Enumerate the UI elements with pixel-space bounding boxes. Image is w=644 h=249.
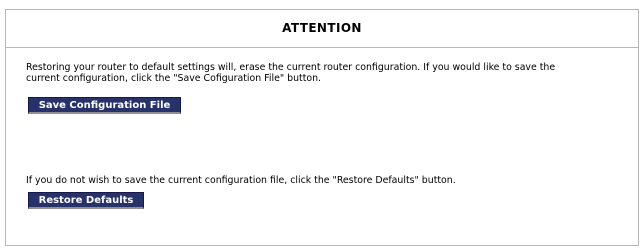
save-configuration-file-button[interactable]: Save Configuration File <box>28 97 181 114</box>
restore-defaults-button[interactable]: Restore Defaults <box>28 192 144 209</box>
restore-defaults-instruction: If you do not wish to save the current c… <box>26 175 456 186</box>
title-divider <box>6 47 638 48</box>
attention-title: ATTENTION <box>282 21 362 35</box>
restore-warning-line-2: current configuration, click the "Save C… <box>26 73 322 84</box>
restore-warning-line-1: Restoring your router to default setting… <box>26 62 556 73</box>
attention-panel: ATTENTION Restoring your router to defau… <box>5 9 639 246</box>
restore-warning-text: Restoring your router to default setting… <box>26 62 555 84</box>
